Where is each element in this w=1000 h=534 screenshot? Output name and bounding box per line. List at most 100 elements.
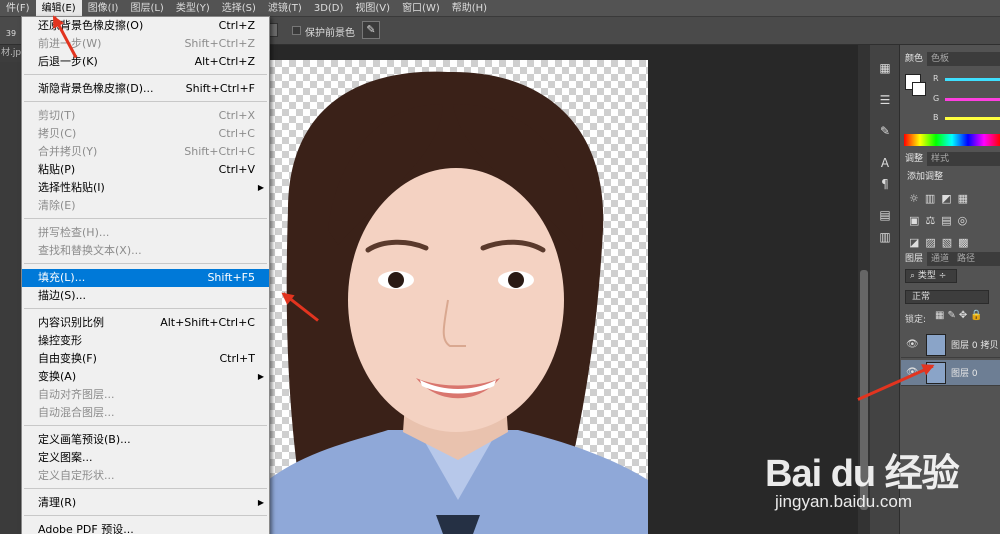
- menu-separator: [24, 488, 267, 489]
- menu-filter[interactable]: 滤镜(T): [262, 0, 308, 17]
- baidu-watermark: Bai du 经验 jingyan.baidu.com: [765, 420, 1000, 534]
- menu-item-stroke[interactable]: 描边(S)...: [22, 287, 269, 305]
- adjustments-panel: 调整 样式 添加调整 ☼▥◩▦ ▣⚖▤◎ ◪▨▧▩: [901, 152, 1000, 249]
- document-tab[interactable]: 材.jpg: [0, 45, 22, 62]
- layer-filter-select[interactable]: ⌕ 类型 ÷: [905, 269, 957, 283]
- tab-layers[interactable]: 图层: [901, 252, 928, 266]
- protect-fg-checkbox[interactable]: [292, 26, 301, 35]
- menu-separator: [24, 101, 267, 102]
- menu-item-label: 变换(A): [38, 370, 77, 383]
- channel-b-slider[interactable]: [945, 117, 1000, 120]
- menu-item-label: 渐隐背景色橡皮擦(D)...: [38, 82, 154, 95]
- menu-item-fill[interactable]: 填充(L)... Shift+F5: [22, 269, 269, 287]
- menu-item-label: 定义图案...: [38, 451, 93, 464]
- photoshop-window: { "menubar": { "items": [ {"label": "件(F…: [0, 0, 1000, 534]
- menu-item-content-aware-scale[interactable]: 内容识别比例 Alt+Shift+Ctrl+C: [22, 314, 269, 332]
- document-tab-label: 材.jpg: [1, 48, 22, 58]
- menu-item-shortcut: Ctrl+X: [218, 109, 255, 122]
- menu-item-label: 自动对齐图层...: [38, 388, 115, 401]
- channel-b-label: B: [933, 113, 939, 122]
- menu-window[interactable]: 窗口(W): [396, 0, 446, 17]
- menu-item-step-backward[interactable]: 后退一步(K) Alt+Ctrl+Z: [22, 53, 269, 71]
- layer-comps-icon[interactable]: ▤: [876, 207, 894, 223]
- menu-item-transform[interactable]: 变换(A) ▶: [22, 368, 269, 386]
- menu-item-shortcut: Alt+Shift+Ctrl+C: [160, 316, 255, 329]
- menu-item-shortcut: Shift+Ctrl+Z: [184, 37, 255, 50]
- brush-size-readout[interactable]: 39: [2, 19, 20, 41]
- menu-item-shortcut: Shift+F5: [207, 271, 255, 284]
- pressure-size-icon[interactable]: ✎: [362, 21, 380, 39]
- tab-swatches[interactable]: 色板: [927, 52, 953, 66]
- menu-item-define-shape[interactable]: 定义自定形状...: [22, 467, 269, 485]
- menu-item-auto-align[interactable]: 自动对齐图层...: [22, 386, 269, 404]
- color-spectrum[interactable]: [904, 134, 1000, 146]
- menu-item-fade[interactable]: 渐隐背景色橡皮擦(D)... Shift+Ctrl+F: [22, 80, 269, 98]
- menu-help[interactable]: 帮助(H): [446, 0, 493, 17]
- menu-3d[interactable]: 3D(D): [308, 0, 350, 17]
- menu-item-copy-merged[interactable]: 合并拷贝(Y) Shift+Ctrl+C: [22, 143, 269, 161]
- menu-file[interactable]: 件(F): [0, 0, 36, 17]
- menu-item-puppet-warp[interactable]: 操控变形: [22, 332, 269, 350]
- edit-menu-dropdown: 还原背景色橡皮擦(O)Ctrl+Z 前进一步(W)Shift+Ctrl+Z 后退…: [21, 16, 270, 534]
- menu-item-label: 合并拷贝(Y): [38, 145, 98, 158]
- portrait-photo: [268, 71, 648, 534]
- blend-mode-value: 正常: [912, 292, 931, 302]
- channel-g-slider[interactable]: [945, 98, 1000, 101]
- visibility-eye-icon[interactable]: 👁: [906, 339, 919, 350]
- menu-item-auto-blend[interactable]: 自动混合图层...: [22, 404, 269, 422]
- layer-row[interactable]: 👁 图层 0 拷贝: [901, 332, 1000, 358]
- paragraph-icon[interactable]: ¶: [876, 176, 894, 192]
- tab-styles[interactable]: 样式: [927, 152, 953, 166]
- protect-fg-label: 保护前景色: [305, 28, 355, 39]
- menu-image[interactable]: 图像(I): [82, 0, 125, 17]
- menu-item-label: 清理(R): [38, 496, 77, 509]
- menu-item-free-transform[interactable]: 自由变换(F) Ctrl+T: [22, 350, 269, 368]
- menu-view[interactable]: 视图(V): [349, 0, 396, 17]
- properties-icon[interactable]: ☰: [876, 92, 894, 108]
- layer-name: 图层 0 拷贝: [951, 341, 999, 351]
- menu-separator: [24, 74, 267, 75]
- menu-item-label: 选择性粘贴(I): [38, 181, 105, 194]
- tab-color[interactable]: 颜色: [901, 52, 928, 66]
- tab-adjustments[interactable]: 调整: [901, 152, 928, 166]
- menu-item-step-forward[interactable]: 前进一步(W)Shift+Ctrl+Z: [22, 35, 269, 53]
- adjustment-icons[interactable]: ☼▥◩▦ ▣⚖▤◎ ◪▨▧▩: [909, 188, 999, 254]
- layer-filter-label: 类型: [917, 271, 936, 281]
- menu-item-label: 拼写检查(H)...: [38, 226, 110, 239]
- menu-item-find-replace[interactable]: 查找和替换文本(X)...: [22, 242, 269, 260]
- menu-type[interactable]: 类型(Y): [170, 0, 216, 17]
- blend-mode-select[interactable]: 正常: [905, 290, 989, 304]
- menu-item-label: 操控变形: [38, 334, 82, 347]
- menu-item-label: 定义画笔预设(B)...: [38, 433, 131, 446]
- color-panel: 颜色 色板 R G B: [901, 52, 1000, 148]
- menu-item-paste-special[interactable]: 选择性粘贴(I) ▶: [22, 179, 269, 197]
- menu-item-define-pattern[interactable]: 定义图案...: [22, 449, 269, 467]
- character-icon[interactable]: A: [876, 155, 894, 171]
- document-canvas[interactable]: [268, 60, 648, 534]
- menu-item-cut[interactable]: 剪切(T) Ctrl+X: [22, 107, 269, 125]
- history-icon[interactable]: ▦: [876, 60, 894, 76]
- menu-item-purge[interactable]: 清理(R) ▶: [22, 494, 269, 512]
- menu-item-paste[interactable]: 粘贴(P) Ctrl+V: [22, 161, 269, 179]
- menu-item-spell-check[interactable]: 拼写检查(H)...: [22, 224, 269, 242]
- background-swatch[interactable]: [912, 82, 926, 96]
- brush-icon[interactable]: ✎: [876, 123, 894, 139]
- menu-item-clear[interactable]: 清除(E): [22, 197, 269, 215]
- menu-separator: [24, 263, 267, 264]
- menu-item-label: 清除(E): [38, 199, 76, 212]
- menu-item-shortcut: Ctrl+T: [219, 352, 255, 365]
- menu-item-pdf-presets[interactable]: Adobe PDF 预设...: [22, 521, 269, 534]
- notes-icon[interactable]: ▥: [876, 229, 894, 245]
- channel-r-label: R: [933, 74, 939, 83]
- menu-item-copy[interactable]: 拷贝(C) Ctrl+C: [22, 125, 269, 143]
- lock-icons[interactable]: ▦✎✥🔒: [935, 310, 986, 321]
- menu-item-shortcut: Ctrl+C: [218, 127, 255, 140]
- channel-r-slider[interactable]: [945, 78, 1000, 81]
- submenu-arrow-icon: ▶: [257, 183, 264, 192]
- tab-channels[interactable]: 通道: [927, 252, 953, 266]
- menu-select[interactable]: 选择(S): [216, 0, 262, 17]
- tab-paths[interactable]: 路径: [953, 252, 979, 266]
- menu-item-label: 描边(S)...: [38, 289, 87, 302]
- menu-layer[interactable]: 图层(L): [124, 0, 169, 17]
- menu-item-define-brush[interactable]: 定义画笔预设(B)...: [22, 431, 269, 449]
